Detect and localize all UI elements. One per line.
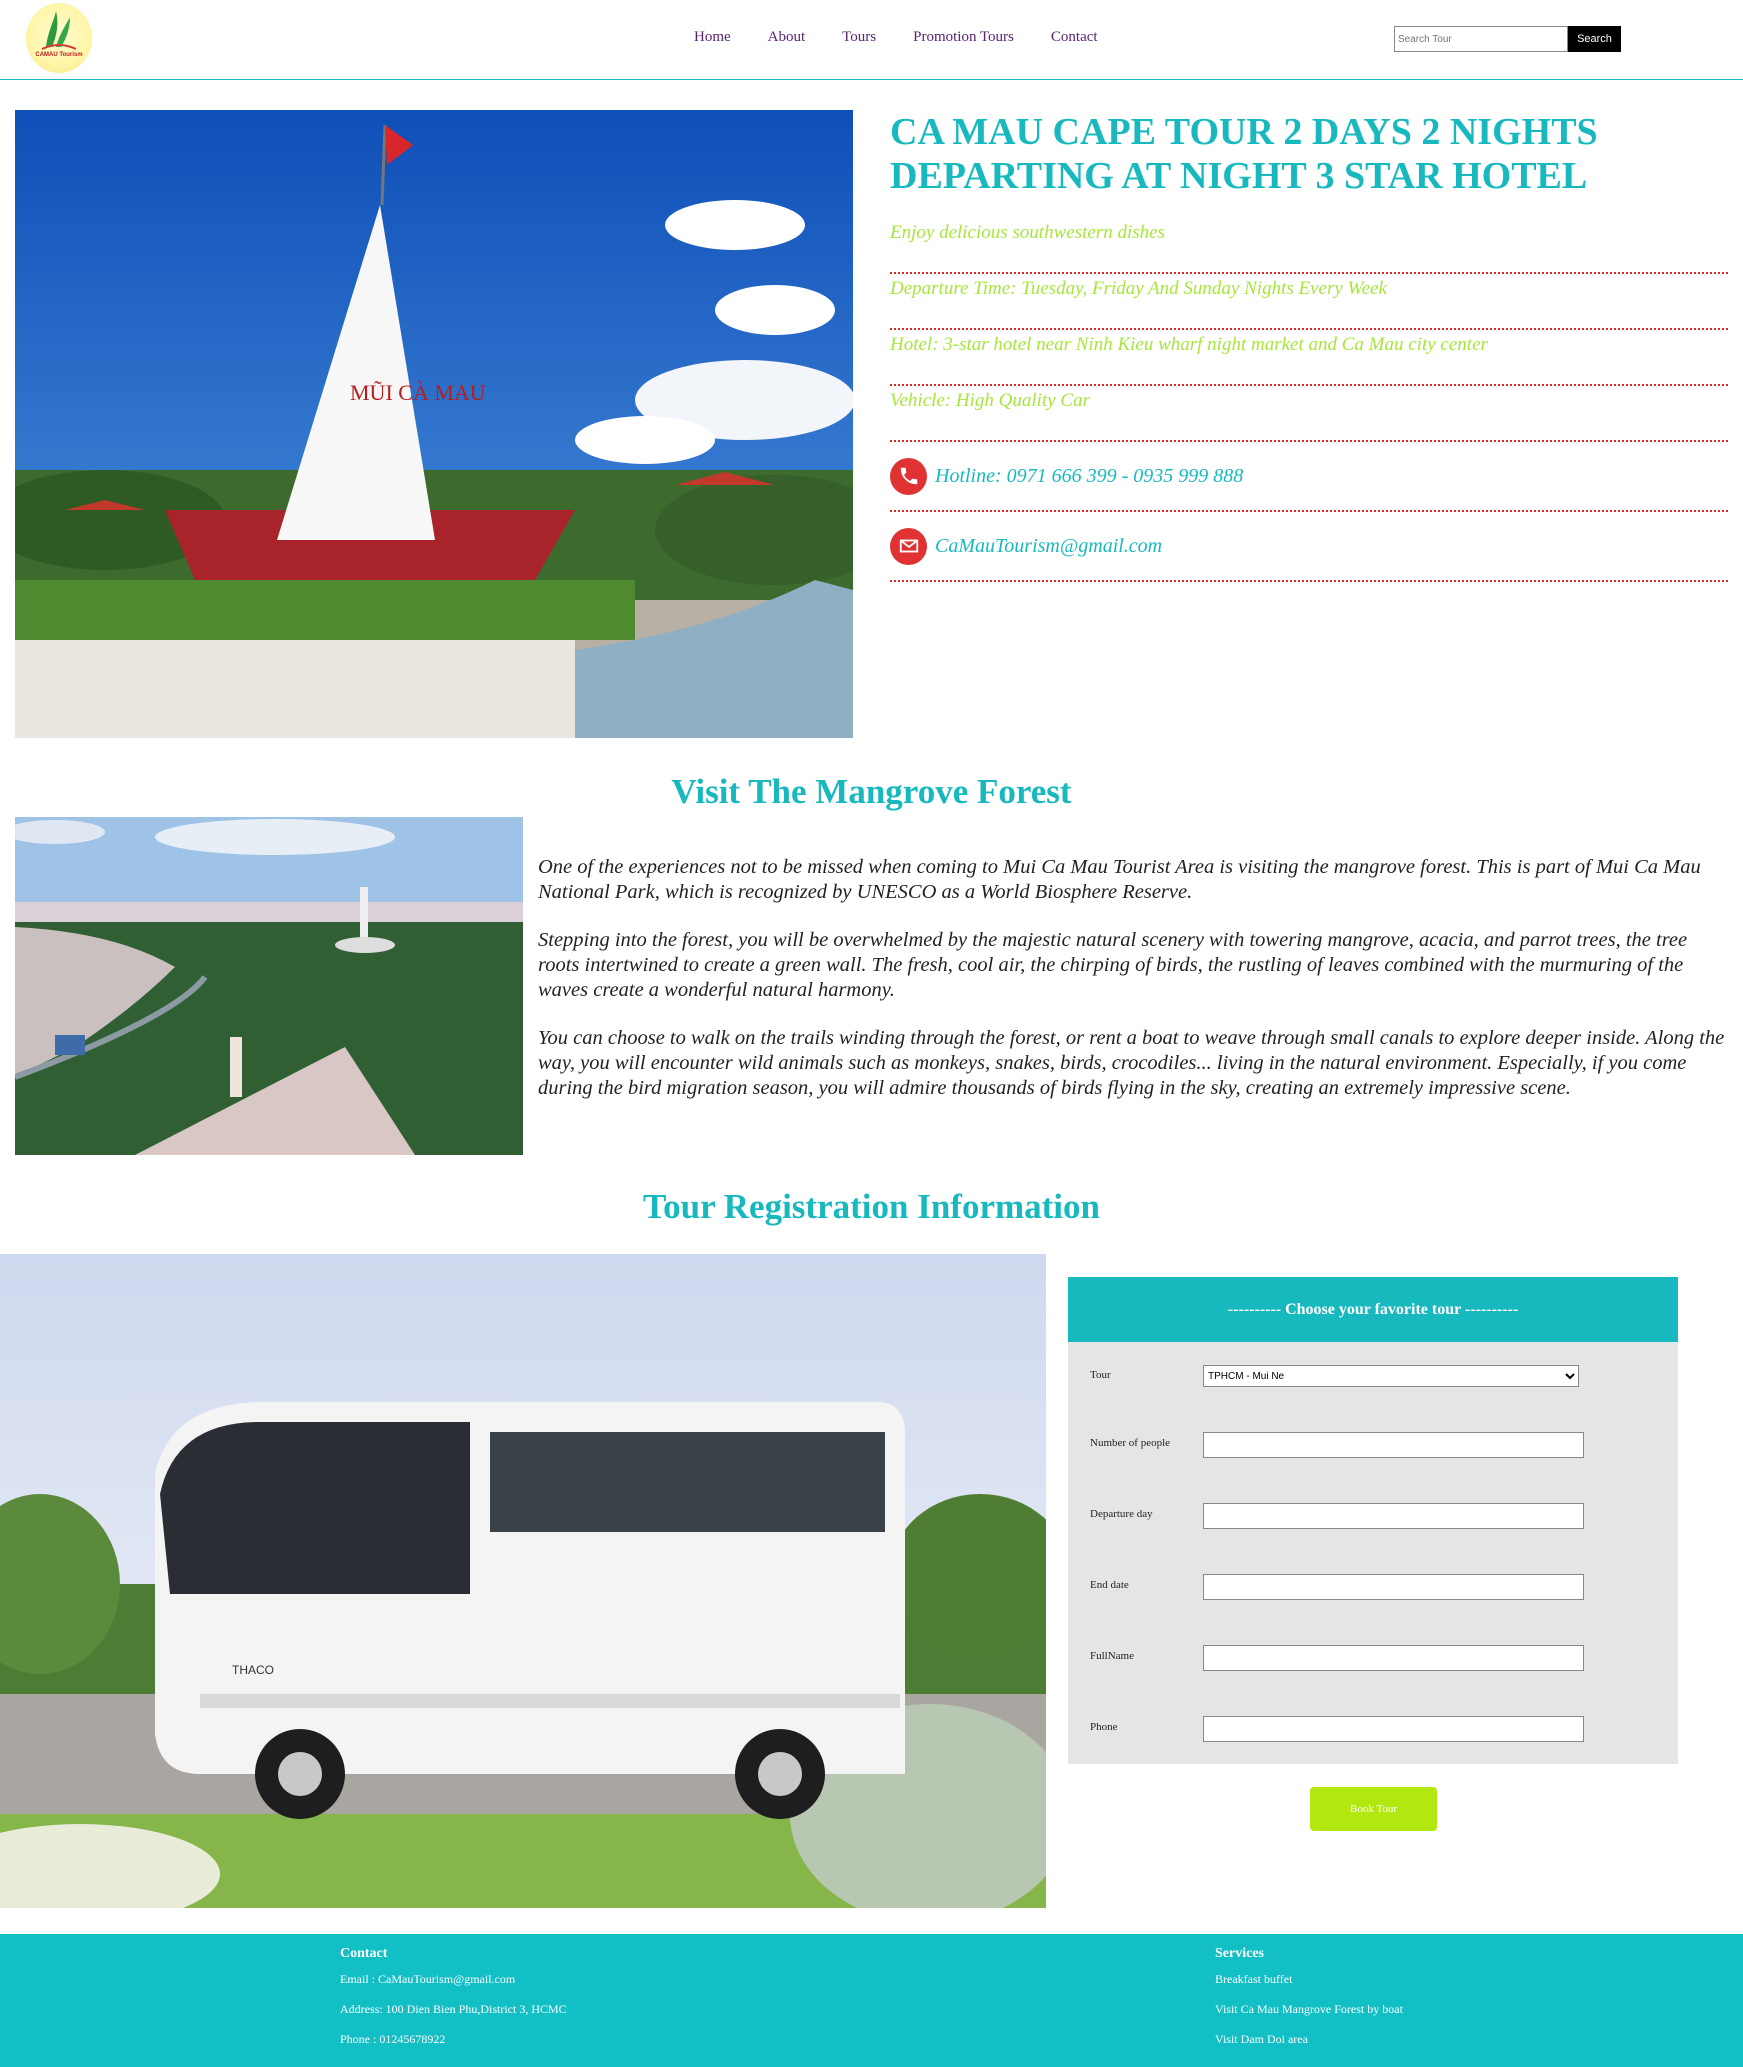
search-button[interactable]: Search — [1568, 26, 1621, 52]
tour-bus-image: THACO — [0, 1254, 1046, 1908]
nav-promotion-tours[interactable]: Promotion Tours — [913, 29, 1014, 46]
field-label: Departure day — [1090, 1508, 1153, 1520]
end-date-row: End date — [1068, 1574, 1678, 1600]
phone-icon — [890, 457, 927, 495]
phone-row: Phone — [1068, 1716, 1678, 1742]
field-label: End date — [1090, 1579, 1129, 1591]
hotline-row[interactable]: Hotline: 0971 666 399 - 0935 999 888 — [890, 442, 1728, 512]
number-of-people-input[interactable] — [1203, 1432, 1584, 1458]
logo-text: CAMAU Tourism — [35, 52, 83, 58]
footer-contact-title: Contact — [340, 1946, 388, 1961]
mangrove-forest-image — [15, 817, 523, 1155]
info-hotel: Hotel: 3-star hotel near Ninh Kieu wharf… — [890, 330, 1728, 386]
footer-services: Services Breakfast buffet Visit Ca Mau M… — [1215, 1946, 1403, 2062]
info-vehicle: Vehicle: High Quality Car — [890, 386, 1728, 442]
mangrove-paragraph: One of the experiences not to be missed … — [538, 856, 1701, 903]
monument-label: MŨI CÀ MAU — [350, 380, 486, 405]
form-heading: ---------- Choose your favorite tour ---… — [1068, 1277, 1678, 1342]
tour-label: Tour — [1090, 1369, 1111, 1381]
fullname-row: FullName — [1068, 1645, 1678, 1671]
tour-title: CA MAU CAPE TOUR 2 DAYS 2 NIGHTS DEPARTI… — [890, 111, 1598, 197]
mangrove-paragraph: Stepping into the forest, you will be ov… — [538, 929, 1688, 1001]
tour-select[interactable]: TPHCM - Mui Ne — [1203, 1365, 1579, 1387]
service-item[interactable]: Breakfast buffet — [1215, 1972, 1403, 1987]
hotline-text: Hotline: 0971 666 399 - 0935 999 888 — [935, 464, 1244, 487]
departure-day-row: Departure day — [1068, 1503, 1678, 1529]
number-of-people-row: Number of people — [1068, 1432, 1678, 1458]
tour-booking-form: ---------- Choose your favorite tour ---… — [1068, 1277, 1678, 1764]
field-label: FullName — [1090, 1650, 1134, 1662]
info-dishes: Enjoy delicious southwestern dishes — [890, 218, 1728, 274]
field-label: Number of people — [1090, 1437, 1171, 1449]
tour-info-list: Enjoy delicious southwestern dishes Depa… — [890, 218, 1728, 582]
tour-row: Tour TPHCM - Mui Ne — [1068, 1364, 1678, 1390]
mangrove-paragraph: You can choose to walk on the trails win… — [538, 1027, 1725, 1099]
email-row[interactable]: CaMauTourism@gmail.com — [890, 512, 1728, 582]
site-header: CAMAU Tourism Home About Tours Promotion… — [0, 0, 1743, 80]
nav-contact[interactable]: Contact — [1051, 29, 1098, 46]
info-departure-time: Departure Time: Tuesday, Friday And Sund… — [890, 274, 1728, 330]
main-nav: Home About Tours Promotion Tours Contact — [694, 29, 1135, 46]
nav-home[interactable]: Home — [694, 29, 731, 46]
mangrove-section-title: Visit The Mangrove Forest — [671, 772, 1072, 811]
footer-phone[interactable]: Phone : 01245678922 — [340, 2032, 567, 2047]
field-label: Phone — [1090, 1721, 1118, 1733]
logo[interactable]: CAMAU Tourism — [26, 3, 92, 73]
registration-section-title: Tour Registration Information — [643, 1187, 1100, 1226]
hero-image-ca-mau-cape-monument: MŨI CÀ MAU — [15, 110, 853, 738]
email-text: CaMauTourism@gmail.com — [935, 534, 1163, 557]
search-input[interactable] — [1394, 26, 1568, 52]
book-tour-button[interactable]: Book Tour — [1310, 1787, 1437, 1831]
mangrove-description: One of the experiences not to be missed … — [538, 855, 1733, 1124]
end-date-input[interactable] — [1203, 1574, 1584, 1600]
footer-contact: Contact Email : CaMauTourism@gmail.com A… — [340, 1946, 567, 2062]
service-item[interactable]: Visit Ca Mau Mangrove Forest by boat — [1215, 2002, 1403, 2017]
nav-tours[interactable]: Tours — [842, 29, 876, 46]
nav-about[interactable]: About — [768, 29, 806, 46]
phone-input[interactable] — [1203, 1716, 1584, 1742]
footer-services-title: Services — [1215, 1946, 1264, 1961]
footer-email[interactable]: Email : CaMauTourism@gmail.com — [340, 1972, 567, 1987]
departure-day-input[interactable] — [1203, 1503, 1584, 1529]
envelope-icon — [890, 527, 927, 565]
bus-brand-text: THACO — [232, 1663, 274, 1677]
service-item[interactable]: Visit Dam Doi area — [1215, 2032, 1403, 2047]
site-footer: Contact Email : CaMauTourism@gmail.com A… — [0, 1934, 1743, 2067]
fullname-input[interactable] — [1203, 1645, 1584, 1671]
footer-address: Address: 100 Dien Bien Phu,District 3, H… — [340, 2002, 567, 2016]
